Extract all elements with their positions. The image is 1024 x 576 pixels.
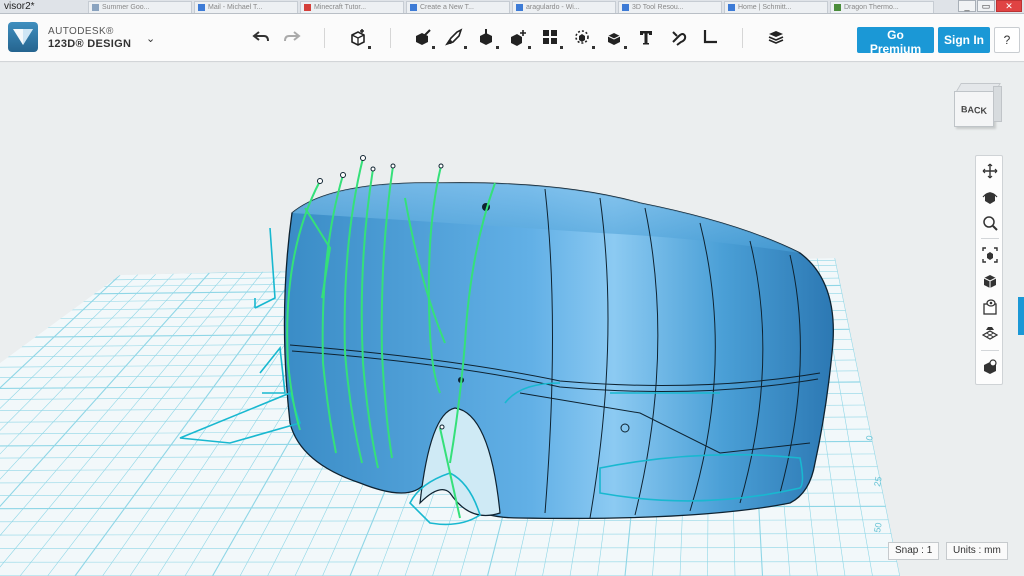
- main-toolbar: AUTODESK® 123D® DESIGN ⌄ Go Premium Sign…: [0, 14, 1024, 62]
- grid-label-50: 50: [872, 522, 884, 534]
- viewcube-side[interactable]: [993, 86, 1002, 122]
- app-menu-chevron-icon[interactable]: ⌄: [146, 32, 155, 45]
- grid-settings-icon[interactable]: [979, 322, 1001, 344]
- window-titlebar: visor2* Summer Goo... Mail - Michael T...…: [0, 0, 1024, 14]
- views-icon[interactable]: [979, 270, 1001, 292]
- taskbar-tab[interactable]: Dragon Thermo...: [830, 0, 934, 13]
- window-controls: _ ▭ ✕: [958, 0, 1022, 12]
- viewcube[interactable]: BACK: [950, 81, 1002, 131]
- close-button[interactable]: ✕: [996, 0, 1022, 12]
- tab-favicon-icon: [410, 3, 417, 11]
- navigation-bar: [975, 155, 1003, 385]
- taskbar-tab-label: 3D Tool Resou...: [632, 3, 684, 11]
- pattern-icon[interactable]: [507, 26, 531, 49]
- help-button[interactable]: ?: [994, 27, 1020, 53]
- taskbar-tab[interactable]: Summer Goo...: [88, 0, 192, 13]
- tab-favicon-icon: [834, 3, 841, 11]
- app-brand[interactable]: AUTODESK® 123D® DESIGN: [48, 26, 131, 50]
- taskbar-tab[interactable]: aragulardo - Wi...: [512, 0, 616, 13]
- toolbar-separator: [390, 28, 391, 48]
- app-logo-icon[interactable]: [8, 22, 38, 52]
- sketch-icon[interactable]: [411, 26, 435, 49]
- taskbar-tab[interactable]: Home | Schmitt...: [724, 0, 828, 13]
- snap-icon[interactable]: [667, 26, 689, 48]
- minimize-button[interactable]: _: [958, 0, 976, 12]
- window-title: visor2*: [4, 1, 35, 12]
- material-icon[interactable]: [765, 26, 787, 48]
- tab-favicon-icon: [198, 3, 205, 11]
- units-status[interactable]: Units : mm: [946, 542, 1008, 560]
- side-panel-toggle[interactable]: [1018, 297, 1024, 335]
- taskbar-tab-label: Mail - Michael T...: [208, 3, 263, 11]
- orbit-icon[interactable]: [979, 186, 1001, 208]
- navbar-separator: [981, 238, 999, 239]
- grid-label-0: 0: [864, 435, 875, 442]
- sign-in-button[interactable]: Sign In: [938, 27, 990, 53]
- tab-favicon-icon: [304, 3, 311, 11]
- measure-icon[interactable]: [699, 26, 721, 48]
- taskbar-tab-label: aragulardo - Wi...: [526, 3, 580, 11]
- redo-icon[interactable]: [281, 26, 303, 48]
- taskbar-tab[interactable]: Minecraft Tutor...: [300, 0, 404, 13]
- snap-status[interactable]: Snap : 1: [888, 542, 940, 560]
- taskbar-tab-label: Dragon Thermo...: [844, 3, 899, 11]
- maximize-button[interactable]: ▭: [977, 0, 995, 12]
- taskbar-tab-label: Minecraft Tutor...: [314, 3, 367, 11]
- taskbar-tab-label: Summer Goo...: [102, 3, 150, 11]
- 3d-viewport[interactable]: 0 25 50 BACK Snap: 1 Units: mm: [0, 63, 1024, 576]
- brand-company: AUTODESK®: [48, 26, 114, 37]
- taskbar-tab[interactable]: Create a New T...: [406, 0, 510, 13]
- combine-icon[interactable]: [571, 26, 595, 49]
- grouping-icon[interactable]: [539, 26, 563, 49]
- toolbar-separator: [742, 28, 743, 48]
- fit-icon[interactable]: [979, 244, 1001, 266]
- tab-favicon-icon: [622, 3, 629, 11]
- visibility-icon[interactable]: [979, 296, 1001, 318]
- toolbar-separator: [324, 28, 325, 48]
- modify-icon[interactable]: [475, 26, 499, 49]
- zoom-icon[interactable]: [979, 212, 1001, 234]
- undo-icon[interactable]: [250, 26, 272, 48]
- navbar-separator: [981, 350, 999, 351]
- grid-label-25: 25: [872, 476, 884, 488]
- taskbar-tab[interactable]: Mail - Michael T...: [194, 0, 298, 13]
- taskbar-tabs: Summer Goo... Mail - Michael T... Minecraf…: [88, 0, 934, 13]
- construct-icon[interactable]: [443, 26, 467, 49]
- brand-product: 123D® DESIGN: [48, 38, 132, 50]
- text-tool-icon[interactable]: [603, 26, 627, 49]
- pan-icon[interactable]: [979, 160, 1001, 182]
- tab-favicon-icon: [516, 3, 523, 11]
- tab-favicon-icon: [92, 3, 99, 11]
- text-icon[interactable]: [635, 26, 657, 48]
- taskbar-tab-label: Home | Schmitt...: [738, 3, 792, 11]
- taskbar-tab-label: Create a New T...: [420, 3, 474, 11]
- primitives-icon[interactable]: [347, 26, 371, 49]
- scene-canvas[interactable]: 0 25 50: [0, 63, 1024, 576]
- taskbar-tab[interactable]: 3D Tool Resou...: [618, 0, 722, 13]
- material-render-icon[interactable]: [979, 356, 1001, 378]
- go-premium-button[interactable]: Go Premium: [857, 27, 934, 56]
- visor-model[interactable]: [283, 182, 834, 520]
- tab-favicon-icon: [728, 3, 735, 11]
